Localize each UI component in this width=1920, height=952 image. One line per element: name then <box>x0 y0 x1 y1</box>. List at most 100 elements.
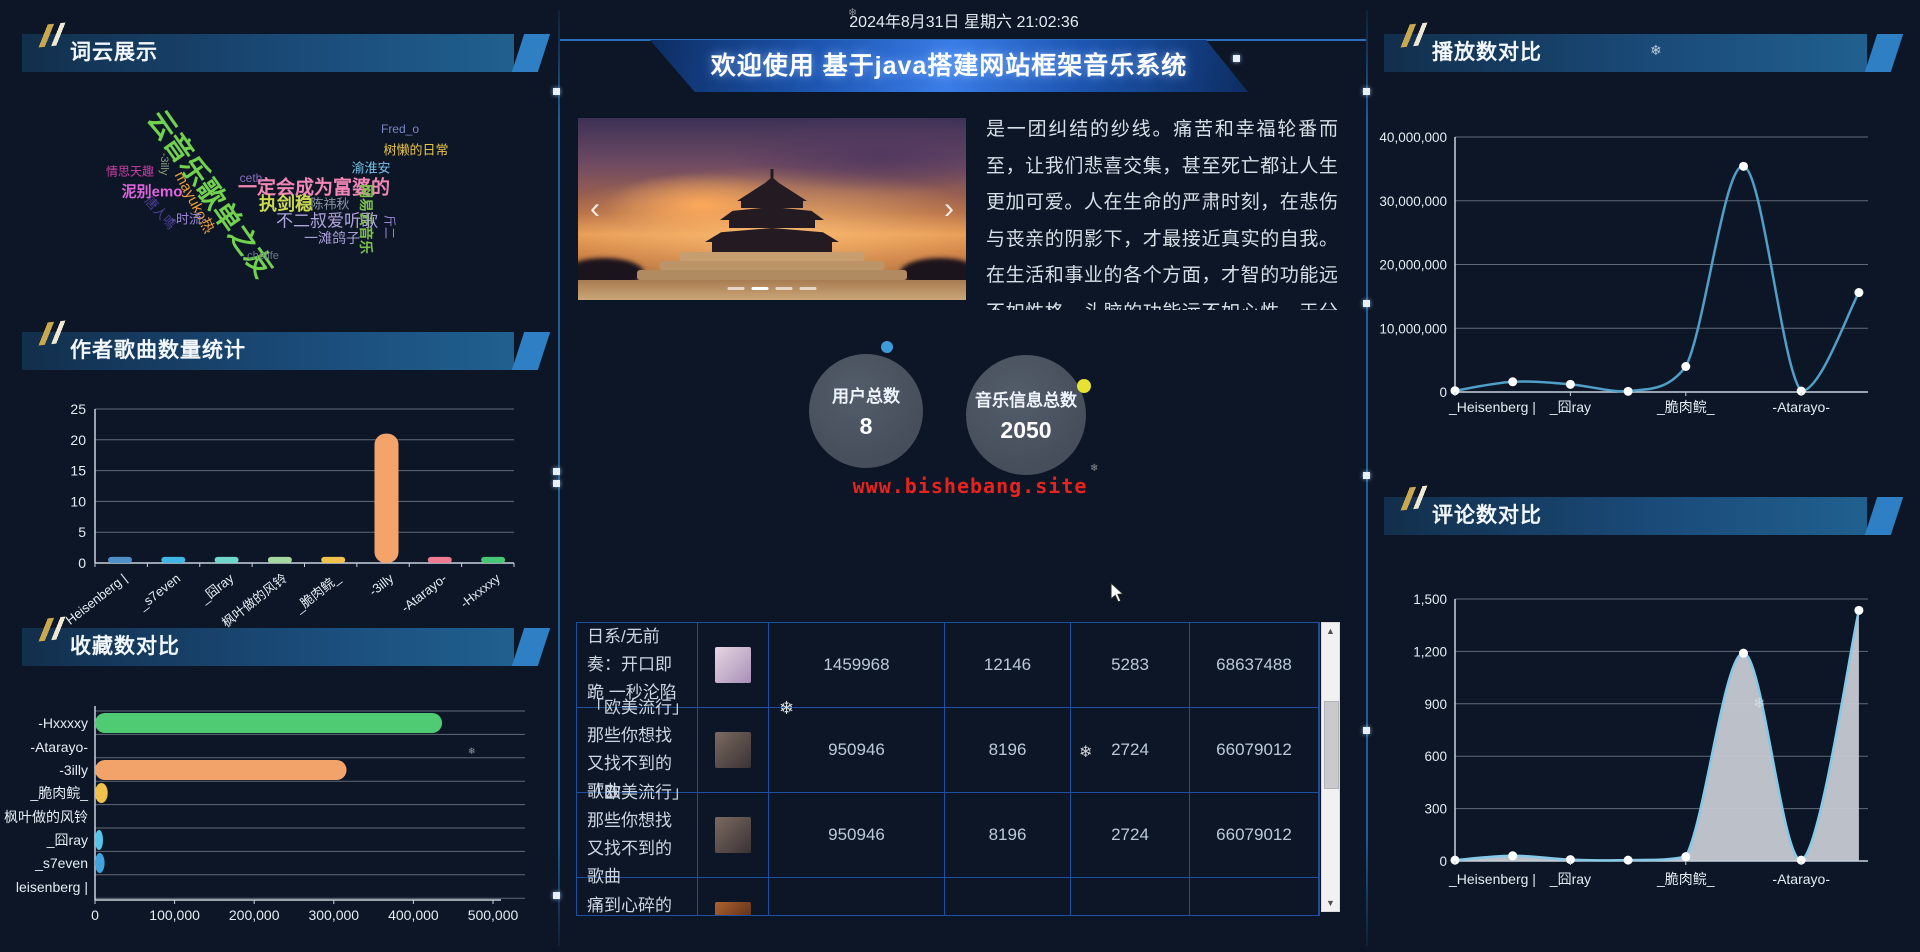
snowflake-icon: ❄ <box>1079 742 1092 762</box>
song-stat-cell: 8196 <box>945 793 1071 878</box>
header-tab-decoration <box>512 332 550 370</box>
yellow-orbit-dot <box>1077 379 1091 393</box>
temple-wall <box>741 200 803 208</box>
song-stat-cell: 66079012 <box>1190 708 1319 793</box>
svg-text:900: 900 <box>1424 697 1447 712</box>
svg-text:20,000,000: 20,000,000 <box>1379 258 1447 273</box>
song-stat-cell <box>1071 878 1190 916</box>
snowflake-icon: ❄ <box>468 746 476 757</box>
svg-text:200,000: 200,000 <box>229 907 280 923</box>
carousel-next-button[interactable]: › <box>944 194 954 224</box>
favorites-hbar-chart: 0 100,000 200,000 300,000 400,000 500,000 -Hxx… <box>20 698 540 948</box>
panel-title: 作者歌曲数量统计 <box>70 339 246 362</box>
song-avatar-cell <box>698 793 769 878</box>
divider-handle <box>1363 727 1370 734</box>
svg-text:10: 10 <box>70 493 86 509</box>
blue-orbit-dot <box>881 341 893 353</box>
svg-text:500,000: 500,000 <box>468 907 519 923</box>
welcome-banner: 欢迎使用 基于java搭建网站框架音乐系统 <box>650 40 1248 92</box>
svg-text:_囧ray: _囧ray <box>196 570 237 606</box>
svg-text:400,000: 400,000 <box>388 907 439 923</box>
wordcloud-word: chelife <box>247 250 279 262</box>
stat-circle-users: 用户总数 8 <box>809 354 923 468</box>
banner-corner-handle <box>1233 55 1240 62</box>
svg-text:_脆肉鲩_: _脆肉鲩_ <box>291 570 344 616</box>
temple-wall <box>729 219 815 228</box>
song-cover-image <box>715 647 751 683</box>
song-stat-cell: 12146 <box>945 623 1071 708</box>
song-stat-cell: 950946 <box>769 708 945 793</box>
panel-title: 播放数对比 <box>1432 41 1542 64</box>
song-stat-cell: 950946 <box>769 793 945 878</box>
svg-text:1,200: 1,200 <box>1413 644 1447 659</box>
svg-text:30,000,000: 30,000,000 <box>1379 194 1447 209</box>
carousel-indicator-dash[interactable] <box>800 287 817 290</box>
svg-text:300,000: 300,000 <box>308 907 359 923</box>
stat-label: 用户总数 <box>832 382 900 407</box>
scrollbar-up-button[interactable]: ▲ <box>1322 623 1339 639</box>
svg-text:_囧ray: _囧ray <box>1549 399 1591 415</box>
divider-handle <box>553 88 560 95</box>
svg-text:40,000,000: 40,000,000 <box>1379 130 1447 145</box>
wordcloud-word: 情思天趣 <box>106 163 154 180</box>
svg-text:0: 0 <box>91 907 99 923</box>
header-tab-decoration <box>1865 34 1903 72</box>
svg-text:-Atarayo-: -Atarayo- <box>398 571 449 616</box>
song-stat-cell <box>945 878 1071 916</box>
dashboard-root: 2024年8月31日 星期六 21:02:36 欢迎使用 基于java搭建网站框… <box>0 0 1920 952</box>
song-stat-cell <box>769 878 945 916</box>
wordcloud-word: 一滩鸽子 <box>304 228 360 248</box>
svg-text:_Heisenberg |: _Heisenberg | <box>1448 871 1536 887</box>
snowflake-icon: ❄ <box>848 6 857 19</box>
panel-header-favorites: 收藏数对比 <box>22 628 514 666</box>
wordcloud-word: ceth <box>240 171 263 185</box>
watermark-url: www.bishebang.site <box>850 474 1090 498</box>
stat-label: 音乐信息总数 <box>975 386 1077 411</box>
header-tab-decoration <box>512 628 550 666</box>
svg-text:_脆肉鲩_: _脆肉鲩_ <box>1656 399 1715 415</box>
mouse-cursor <box>1110 582 1130 604</box>
svg-text:leisenberg |: leisenberg | <box>16 879 88 895</box>
carousel-indicator-dash[interactable] <box>752 287 769 290</box>
panel-header-comments: 评论数对比 <box>1384 497 1867 535</box>
svg-text:15: 15 <box>70 463 86 479</box>
carousel-prev-button[interactable]: ‹ <box>590 194 600 224</box>
svg-text:20: 20 <box>70 432 86 448</box>
image-carousel: ‹ › <box>578 118 966 300</box>
svg-text:-Hxxxxy: -Hxxxxy <box>38 715 88 731</box>
song-cover-image <box>715 902 751 916</box>
song-avatar-cell <box>698 708 769 793</box>
temple-terrace <box>637 270 907 280</box>
divider-handle <box>553 892 560 899</box>
temple-finial <box>771 169 774 178</box>
table-scrollbar[interactable]: ▲ ▼ <box>1321 622 1340 912</box>
panel-header-plays: 播放数对比 <box>1384 34 1867 72</box>
divider-handle <box>1363 472 1370 479</box>
header-tab-decoration <box>1865 497 1903 535</box>
carousel-indicator-dash[interactable] <box>728 287 745 290</box>
wordcloud-word: 树懒的日常 <box>383 140 448 159</box>
panel-title: 评论数对比 <box>1432 504 1542 527</box>
wordcloud-chart: 云音乐歌单之友一定会成为富婆的执剑稳不二叔爱听歌泥别emomayuko热情思天趣… <box>22 85 538 325</box>
scrollbar-thumb[interactable] <box>1324 701 1339 789</box>
svg-text:-3illy: -3illy <box>366 570 397 599</box>
temple-plaza <box>578 280 966 300</box>
divider-handle <box>553 468 560 475</box>
scrollbar-down-button[interactable]: ▼ <box>1322 895 1339 911</box>
carousel-indicator-dash[interactable] <box>776 287 793 290</box>
left-column-divider <box>558 10 560 946</box>
svg-text:-Atarayo-: -Atarayo- <box>1772 871 1830 887</box>
temple-terrace <box>680 252 865 261</box>
svg-text:100,000: 100,000 <box>149 907 200 923</box>
svg-text:25: 25 <box>70 401 86 417</box>
wordcloud-word: 陈祎秋 <box>310 194 349 213</box>
header-tab-decoration <box>512 34 550 72</box>
carousel-indicators[interactable] <box>728 287 817 290</box>
song-stat-cell: 66079012 <box>1190 793 1319 878</box>
svg-text:1,500: 1,500 <box>1413 592 1447 607</box>
intro-paragraph: 是一团纠结的纱线。痛苦和幸福轮番而至，让我们悲喜交集，甚至死亡都让人生更加可爱。… <box>986 112 1338 310</box>
panel-title: 收藏数对比 <box>70 635 180 658</box>
author-song-count-bar-chart: 0510152025Heisenberg |_s7even_囧ray枫叶做的风铃… <box>20 390 540 622</box>
song-stats-table: 日系/无前奏：开口即跪 一秒沦陷145996812146528368637488… <box>576 622 1320 916</box>
snowflake-icon: ❄ <box>1090 463 1098 474</box>
